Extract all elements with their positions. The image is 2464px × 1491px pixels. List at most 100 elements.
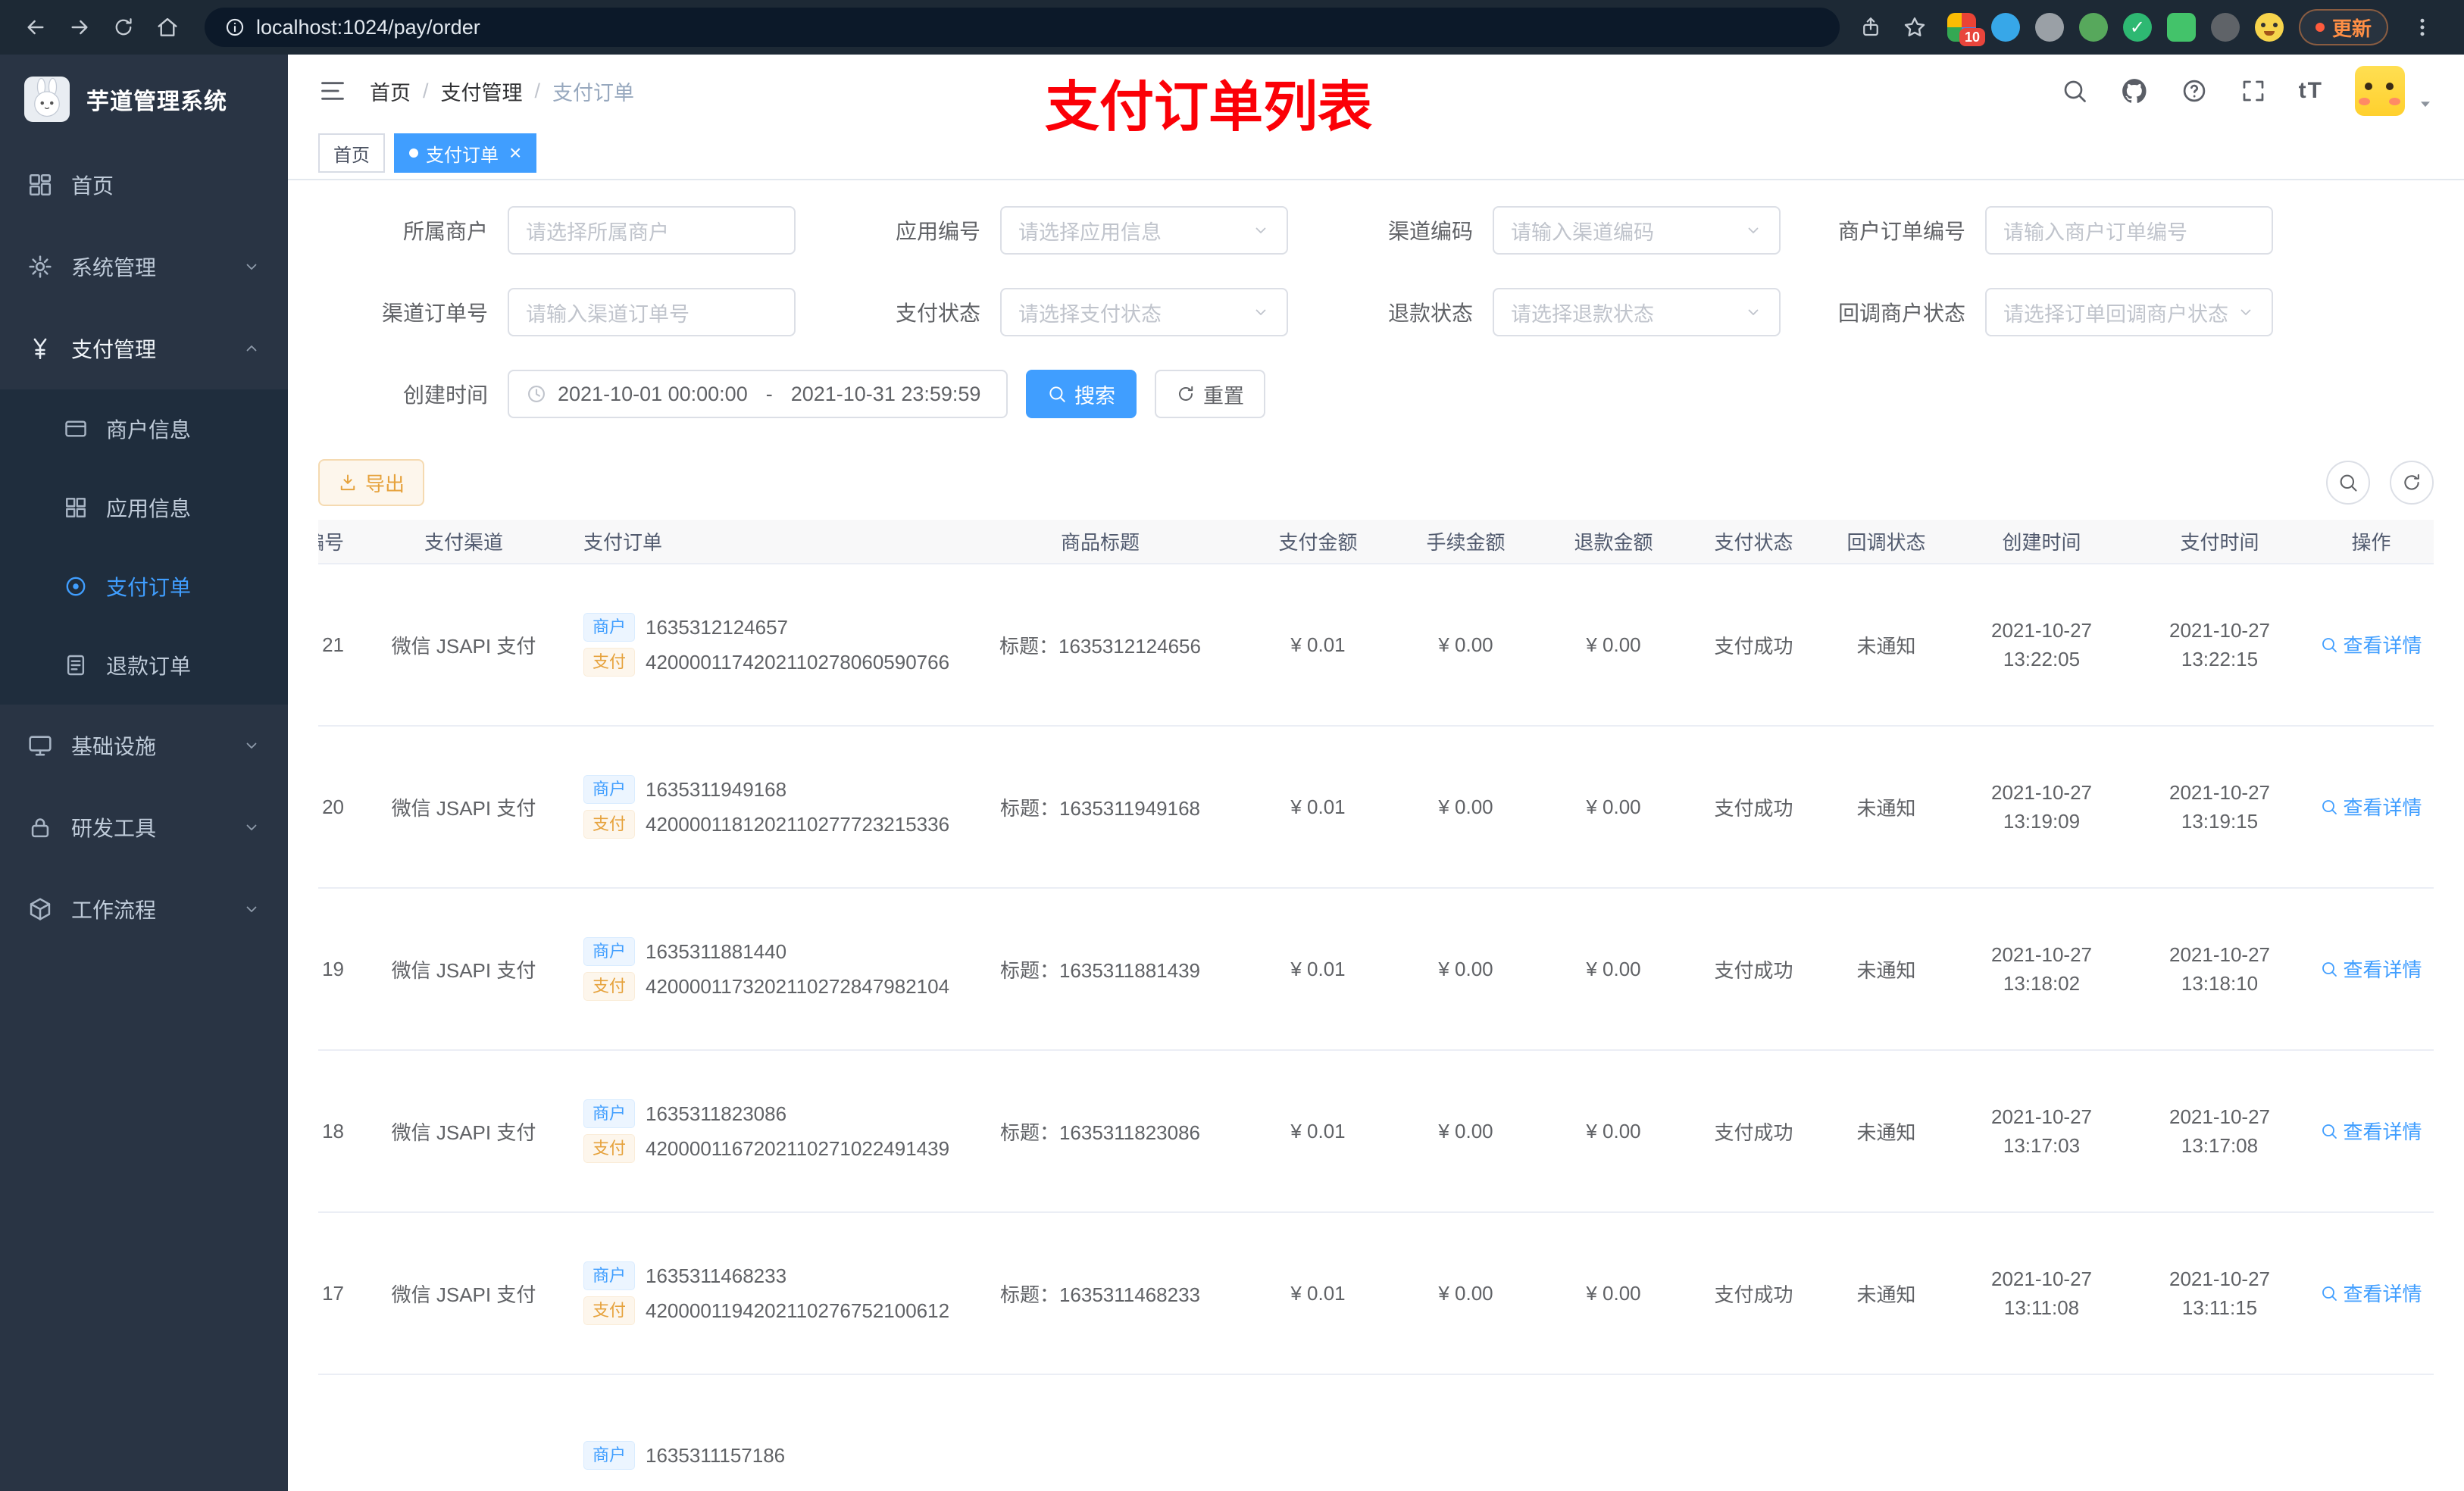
close-icon[interactable]: × <box>509 142 521 164</box>
cell-pay-order: 商户 1635311949168 支付 4200001181202110277723… <box>562 726 956 889</box>
bookmark-button[interactable] <box>1896 8 1934 46</box>
breadcrumb-item[interactable]: 首页 <box>370 77 411 106</box>
view-detail-link[interactable]: 查看详情 <box>2320 792 2422 821</box>
column-header: 手续金额 <box>1392 520 1540 564</box>
placeholder-text: 请选择所属商户 <box>526 220 669 244</box>
hamburger-icon <box>321 82 344 100</box>
create-time-range-input[interactable]: 2021-10-01 00:00:00 - 2021-10-31 23:59:5… <box>508 370 1008 418</box>
cell-notify: 未通知 <box>1820 1050 1953 1213</box>
search-button-label: 搜索 <box>1074 384 1115 408</box>
filter-select-5[interactable]: 请选择支付状态 <box>1000 288 1288 336</box>
extension-icon[interactable] <box>2166 13 2196 42</box>
help-button[interactable] <box>2181 77 2208 105</box>
dashboard-icon <box>29 173 52 196</box>
pay-order-no: 4200001173202110272847982104 <box>646 974 950 998</box>
cell-fee: ¥ 0.00 <box>1392 564 1540 727</box>
github-button[interactable] <box>2120 77 2149 105</box>
export-button[interactable]: 导出 <box>318 459 425 506</box>
search-button[interactable]: 搜索 <box>1026 370 1137 418</box>
forward-button[interactable] <box>61 8 98 46</box>
merchant-order-no: 1635311823086 <box>646 1102 787 1125</box>
filter-group: 渠道编码 请输入渠道编码 <box>1288 206 1781 255</box>
date-end-value: 2021-10-31 23:59:59 <box>790 382 981 405</box>
filter-input-4[interactable]: 请输入渠道订单号 <box>508 288 796 336</box>
gear-icon <box>29 255 52 278</box>
filter-select-7[interactable]: 请选择订单回调商户状态 <box>1985 288 2273 336</box>
filter-label: 创建时间 <box>402 383 488 407</box>
column-header: 支付状态 <box>1687 520 1820 564</box>
filter-select-6[interactable]: 请选择退款状态 <box>1493 288 1781 336</box>
font-size-button[interactable]: tT <box>2299 78 2323 104</box>
sidebar-item-5[interactable]: 工作流程 <box>0 868 288 950</box>
active-dot-icon <box>409 148 418 158</box>
url-bar[interactable]: localhost:1024/pay/order <box>205 8 1840 47</box>
table-row: 18 微信 JSAPI 支付 商户 1635311823086 支付 4200001… <box>318 1050 2434 1213</box>
sidebar-item-2[interactable]: 支付管理 <box>0 308 288 389</box>
sidebar-subitem-label: 应用信息 <box>106 497 192 520</box>
cell-id: 19 <box>318 888 365 1051</box>
filter-group: 回调商户状态 请选择订单回调商户状态 <box>1781 288 2273 336</box>
filter-label: 渠道订单号 <box>381 302 488 325</box>
refresh-icon <box>2404 474 2419 490</box>
sidebar-subitem-0[interactable]: 商户信息 <box>0 389 288 468</box>
cell-created: 2021-10-27 13:18:02 <box>1953 888 2131 1051</box>
table-toolbar: 导出 <box>288 452 2464 520</box>
extension-icon[interactable]: ✓ <box>2122 13 2152 42</box>
extension-icon[interactable] <box>2034 13 2064 42</box>
avatar[interactable] <box>2355 66 2405 116</box>
sidebar-subitem-3[interactable]: 退款订单 <box>0 626 288 705</box>
sidebar-item-4[interactable]: 研发工具 <box>0 786 288 868</box>
chevron-down-icon <box>246 824 257 830</box>
merchant-order-no: 1635312124657 <box>646 615 788 639</box>
filter-input-0[interactable]: 请选择所属商户 <box>508 206 796 255</box>
sidebar-item-1[interactable]: 系统管理 <box>0 226 288 308</box>
sidebar-item-3[interactable]: 基础设施 <box>0 705 288 786</box>
reset-button[interactable]: 重置 <box>1155 370 1265 418</box>
extension-icon[interactable] <box>1990 13 2020 42</box>
toggle-search-button[interactable] <box>2326 461 2370 505</box>
view-detail-link[interactable]: 查看详情 <box>2320 1279 2422 1307</box>
filter-group: 所属商户 请选择所属商户 <box>303 206 796 255</box>
tab-view-0[interactable]: 首页 <box>318 133 385 173</box>
chevron-down-icon <box>246 264 257 270</box>
logo-avatar <box>24 77 70 122</box>
tab-view-1[interactable]: 支付订单 × <box>394 133 537 173</box>
sidebar-item-label: 基础设施 <box>71 735 157 758</box>
extension-icon[interactable]: 10 <box>1946 13 1985 46</box>
fullscreen-button[interactable] <box>2240 77 2267 105</box>
cell-channel: 微信 JSAPI 支付 <box>365 726 562 889</box>
placeholder-text: 请选择订单回调商户状态 <box>2003 302 2228 326</box>
sidebar-subitem-1[interactable]: 应用信息 <box>0 468 288 547</box>
table-row: 19 微信 JSAPI 支付 商户 1635311881440 支付 4200001… <box>318 888 2434 1051</box>
breadcrumb-item[interactable]: 支付管理 <box>441 77 523 106</box>
sidebar: 芋道管理系统 首页 系统管理 支付管理 商户信息应用信息支付订单 退款订单基础设施研发工… <box>0 55 288 1491</box>
chevron-down-icon <box>1255 309 1266 315</box>
filter-input-3[interactable]: 请输入商户订单编号 <box>1985 206 2273 255</box>
filter-group: 应用编号 请选择应用信息 <box>796 206 1288 255</box>
update-button[interactable]: 更新 <box>2298 9 2388 45</box>
filter-select-2[interactable]: 请输入渠道编码 <box>1493 206 1781 255</box>
app-logo: 芋道管理系统 <box>0 55 288 144</box>
refresh-table-button[interactable] <box>2390 461 2434 505</box>
cell-id: 21 <box>318 564 365 727</box>
sidebar-item-0[interactable]: 首页 <box>0 144 288 226</box>
home-button[interactable] <box>149 8 186 46</box>
back-button[interactable] <box>17 8 55 46</box>
view-detail-link[interactable]: 查看详情 <box>2320 955 2422 983</box>
sidebar-toggle-button[interactable] <box>318 77 347 105</box>
share-button[interactable] <box>1852 8 1890 46</box>
header-search-button[interactable] <box>2061 77 2088 105</box>
browser-menu-button[interactable] <box>2403 8 2441 46</box>
reload-button[interactable] <box>105 8 142 46</box>
view-detail-link[interactable]: 查看详情 <box>2320 630 2422 658</box>
view-detail-link[interactable]: 查看详情 <box>2320 1117 2422 1145</box>
grid-icon <box>66 498 86 517</box>
update-label: 更新 <box>2331 17 2372 40</box>
cell-notify: 未通知 <box>1820 888 1953 1051</box>
puzzle-extension-icon[interactable] <box>2210 13 2240 42</box>
extension-icon[interactable] <box>2078 13 2108 42</box>
emoji-extension-icon[interactable] <box>2254 13 2284 42</box>
sidebar-subitem-2[interactable]: 支付订单 <box>0 547 288 626</box>
filter-select-1[interactable]: 请选择应用信息 <box>1000 206 1288 255</box>
cell-status: 支付成功 <box>1687 564 1820 727</box>
